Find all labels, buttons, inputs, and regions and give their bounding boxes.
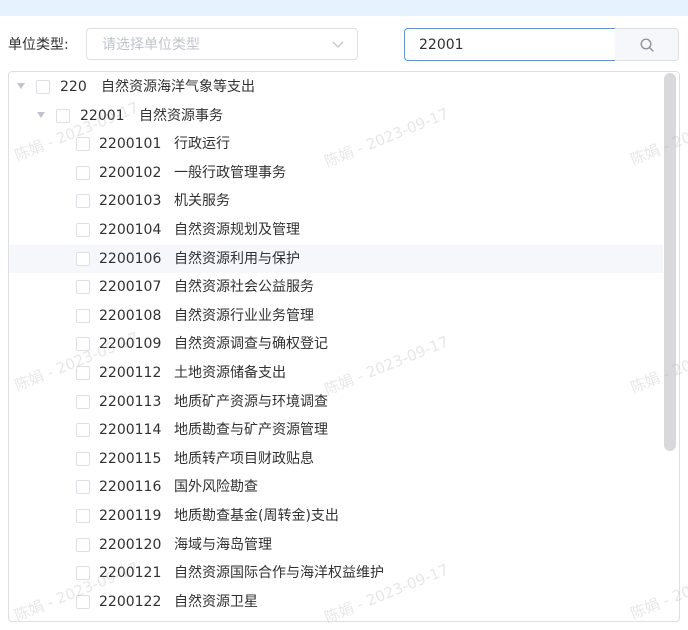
tree-node-code: 2200102: [99, 164, 162, 181]
caret-down-icon[interactable]: [37, 111, 45, 118]
tree-node[interactable]: 2200104 自然资源规划及管理: [9, 216, 663, 244]
tree-node-label: 地质矿产资源与环境调查: [174, 393, 328, 410]
tree-node[interactable]: 2200122 自然资源卫星: [9, 588, 663, 616]
tree-node-checkbox[interactable]: [76, 337, 90, 352]
tree-node-checkbox[interactable]: [36, 80, 50, 94]
tree-node-code: 2200119: [99, 508, 162, 524]
tree-node[interactable]: 2200113 地质矿产资源与环境调查: [9, 388, 663, 416]
tree-node-code: 2200106: [99, 250, 162, 267]
tree-node[interactable]: 2200106 自然资源利用与保护: [9, 244, 663, 273]
tree-node-checkbox[interactable]: [76, 223, 90, 237]
tree-node-label: 地质转产项目财政贴息: [174, 450, 314, 467]
search-icon: [639, 37, 654, 52]
tree-node-code: 2200103: [99, 193, 162, 210]
tree-node-checkbox[interactable]: [76, 165, 90, 180]
tree-node-code: 2200109: [99, 336, 162, 353]
tree-node[interactable]: 2200107 自然资源社会公益服务: [9, 273, 663, 301]
tree-node-label: 自然资源国际合作与海洋权益维护: [174, 565, 384, 582]
unit-type-select[interactable]: 请选择单位类型: [86, 28, 358, 60]
tree-node[interactable]: 2200116 国外风险勘查: [9, 473, 663, 501]
tree-node-code: 22001: [80, 107, 125, 124]
tree-node-checkbox[interactable]: [76, 537, 90, 552]
tree-node-checkbox[interactable]: [76, 394, 90, 409]
tree-node-checkbox[interactable]: [76, 509, 90, 523]
caret-down-icon[interactable]: [17, 83, 25, 89]
tree-node-checkbox[interactable]: [76, 194, 90, 209]
tree-node[interactable]: 2200119 地质勘查基金(周转金)支出: [9, 502, 663, 530]
tree-node-checkbox[interactable]: [56, 108, 70, 123]
tree-node-checkbox[interactable]: [76, 366, 90, 380]
tree-node[interactable]: 2200121 自然资源国际合作与海洋权益维护: [9, 559, 663, 587]
tree-node-label: 土地资源储备支出: [174, 365, 286, 381]
tree-node-checkbox[interactable]: [76, 423, 90, 438]
tree-node-code: 2200107: [99, 279, 162, 296]
tree-node[interactable]: 2200112 土地资源储备支出: [9, 359, 663, 387]
unit-type-placeholder: 请选择单位类型: [102, 37, 200, 53]
tree-node-code: 2200104: [99, 222, 162, 238]
tree-node-label: 自然资源调查与确权登记: [174, 336, 328, 353]
unit-type-label: 单位类型:: [8, 37, 69, 53]
chevron-down-icon: [332, 41, 344, 48]
tree-node-label: 自然资源事务: [139, 107, 223, 124]
category-tree: 220 自然资源海洋气象等支出 22001 自然资源事务 2200101 行政运行 2200…: [8, 71, 680, 622]
tree-node-code: 2200114: [99, 422, 162, 439]
tree-node-label: 自然资源利用与保护: [174, 250, 300, 267]
tree-node-checkbox[interactable]: [76, 308, 90, 323]
tree-node-label: 海域与海岛管理: [174, 536, 272, 553]
tree-node-label: 自然资源社会公益服务: [174, 279, 314, 296]
top-banner: [0, 0, 688, 16]
tree-node-code: 2200113: [99, 393, 162, 410]
tree-node-label: 自然资源行业业务管理: [174, 307, 314, 324]
tree-node-checkbox[interactable]: [76, 566, 90, 581]
tree-node-checkbox[interactable]: [76, 137, 90, 152]
tree-node[interactable]: 220 自然资源海洋气象等支出: [9, 73, 663, 101]
tree-node-code: 2200108: [99, 307, 162, 324]
tree-node-label: 地质勘查与矿产资源管理: [174, 422, 328, 439]
tree-node-checkbox[interactable]: [76, 594, 90, 609]
tree-node-label: 行政运行: [174, 136, 230, 153]
tree-node[interactable]: 2200120 海域与海岛管理: [9, 531, 663, 559]
search-button[interactable]: [615, 28, 679, 61]
search-input[interactable]: [404, 28, 616, 61]
tree-node[interactable]: 2200114 地质勘查与矿产资源管理: [9, 416, 663, 444]
tree-node-label: 机关服务: [174, 193, 230, 210]
tree-node[interactable]: 2200102 一般行政管理事务: [9, 159, 663, 187]
tree-node[interactable]: 2200103 机关服务: [9, 187, 663, 215]
tree-node[interactable]: 2200109 自然资源调查与确权登记: [9, 330, 663, 358]
tree-node-code: 2200116: [99, 479, 162, 496]
tree-node-code: 2200115: [99, 450, 162, 467]
tree-node[interactable]: 2200115 地质转产项目财政贴息: [9, 445, 663, 473]
tree-node-label: 自然资源海洋气象等支出: [101, 79, 255, 95]
tree-node-label: 地质勘查基金(周转金)支出: [174, 508, 339, 524]
tree-node-checkbox[interactable]: [76, 251, 90, 266]
tree-node-code: 220: [60, 79, 87, 95]
tree-node-code: 2200112: [99, 365, 162, 381]
tree-node-code: 2200101: [99, 136, 162, 153]
tree-node-code: 2200122: [99, 593, 162, 610]
tree-node-code: 2200120: [99, 536, 162, 553]
tree-node[interactable]: 2200108 自然资源行业业务管理: [9, 302, 663, 330]
tree-node-label: 国外风险勘查: [174, 479, 258, 496]
tree-node[interactable]: 22001 自然资源事务: [9, 102, 663, 130]
tree-node-code: 2200121: [99, 565, 162, 582]
tree-node[interactable]: 2200101 行政运行: [9, 130, 663, 158]
tree-node-checkbox[interactable]: [76, 480, 90, 495]
tree-node-label: 自然资源卫星: [174, 593, 258, 610]
tree-node-label: 一般行政管理事务: [174, 164, 286, 181]
tree-node-checkbox[interactable]: [76, 451, 90, 466]
tree-scrollbar[interactable]: [664, 73, 676, 451]
tree-node-checkbox[interactable]: [76, 280, 90, 295]
tree-node-label: 自然资源规划及管理: [174, 222, 300, 238]
